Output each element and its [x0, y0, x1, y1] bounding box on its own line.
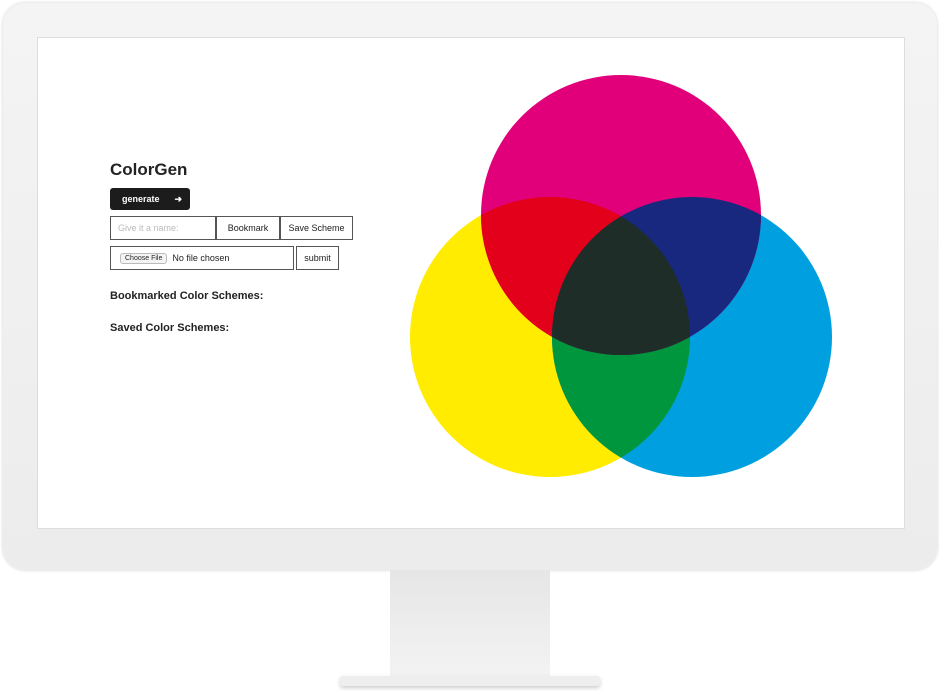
color-venn-diagram: [410, 75, 832, 477]
